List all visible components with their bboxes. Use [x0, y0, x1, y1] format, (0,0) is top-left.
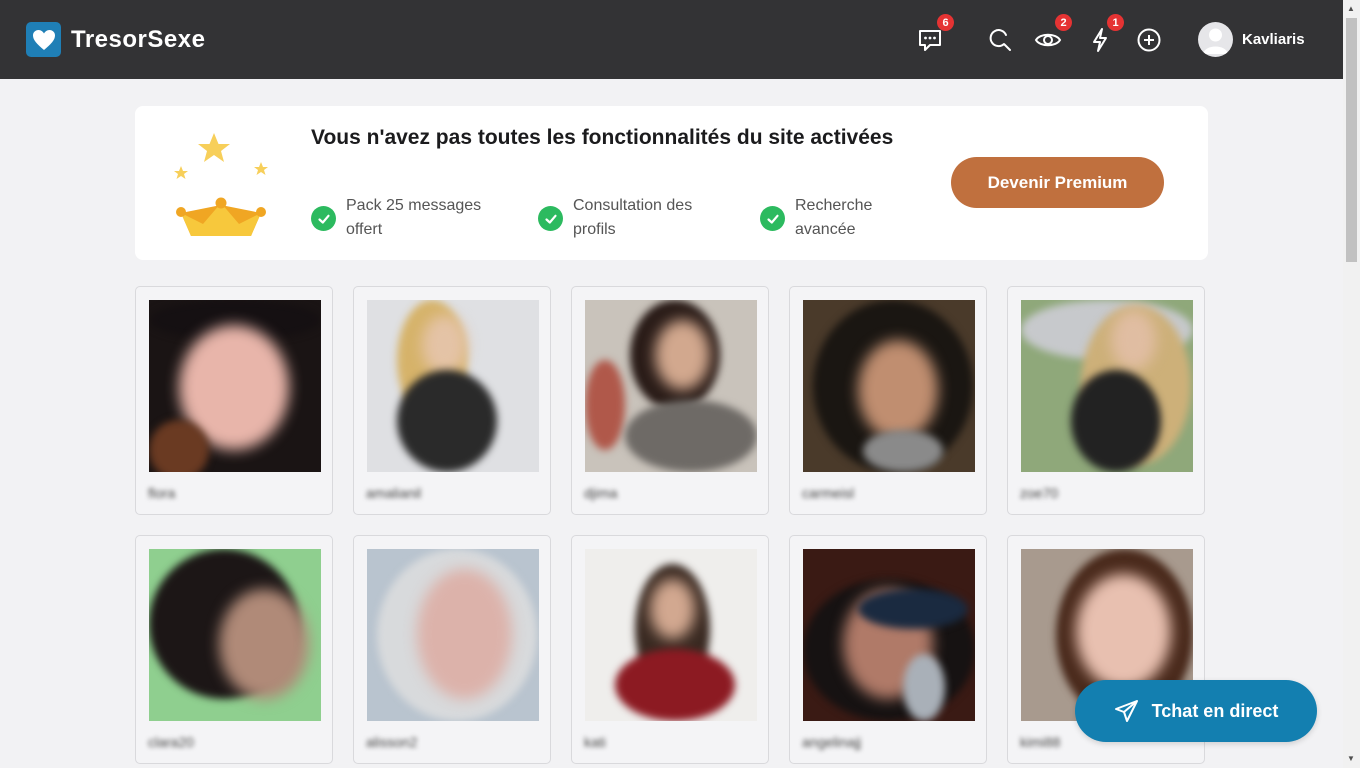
profile-photo[interactable] — [149, 300, 321, 472]
profile-card[interactable]: carmeisl — [789, 286, 987, 515]
feature-label: Recherche — [795, 197, 873, 214]
feature-label: offert — [346, 221, 383, 238]
banner-title: Vous n'avez pas toutes les fonctionnalit… — [311, 126, 894, 149]
page-scrollbar[interactable]: ▲ ▼ — [1343, 0, 1360, 768]
feature-label: Pack 25 messages — [346, 197, 482, 214]
profile-card[interactable]: djima — [571, 286, 769, 515]
live-chat-button[interactable]: Tchat en direct — [1075, 680, 1317, 742]
profile-photo[interactable] — [1021, 300, 1193, 472]
feature-label: avancée — [795, 221, 856, 238]
check-icon — [760, 206, 785, 231]
add-button[interactable] — [1135, 26, 1163, 54]
flash-button[interactable]: 1 — [1086, 14, 1124, 54]
crown-stars-icon — [174, 133, 268, 236]
feature-messages: Pack 25 messages offert — [311, 194, 481, 242]
profile-name[interactable]: clara20 — [148, 734, 194, 750]
chat-bubble-icon — [919, 30, 941, 51]
profile-photo[interactable] — [367, 549, 539, 721]
profile-name[interactable]: carmeisl — [802, 485, 854, 501]
profile-name[interactable]: angelinajj — [802, 734, 861, 750]
feature-search: Recherche avancée — [760, 194, 872, 242]
search-button[interactable] — [986, 26, 1014, 54]
top-navbar: TresorSexe 6 2 1 Kavliaris — [0, 0, 1343, 79]
profile-name[interactable]: kati — [584, 734, 606, 750]
profile-photo[interactable] — [803, 300, 975, 472]
profile-card[interactable]: amalianil — [353, 286, 551, 515]
profile-card[interactable]: alisson2 — [353, 535, 551, 764]
profile-photo[interactable] — [803, 549, 975, 721]
heart-logo-icon — [26, 22, 61, 57]
messages-button[interactable]: 6 — [916, 14, 954, 54]
flash-badge: 1 — [1107, 14, 1124, 31]
profile-photo[interactable] — [585, 300, 757, 472]
messages-badge: 6 — [937, 14, 954, 31]
profile-name[interactable]: flora — [148, 485, 175, 501]
profile-name[interactable]: djima — [584, 485, 617, 501]
visits-button[interactable]: 2 — [1034, 14, 1072, 54]
profile-name[interactable]: kimi88 — [1020, 734, 1060, 750]
username: Kavliaris — [1242, 31, 1305, 48]
send-icon — [1114, 700, 1138, 722]
brand-name: TresorSexe — [71, 25, 206, 53]
feature-label: Consultation des — [573, 197, 693, 214]
check-icon — [538, 206, 563, 231]
avatar — [1198, 22, 1233, 57]
profile-photo[interactable] — [149, 549, 321, 721]
views-badge: 2 — [1055, 14, 1072, 31]
feature-label: profils — [573, 221, 616, 238]
profile-photo[interactable] — [585, 549, 757, 721]
profile-card[interactable]: flora — [135, 286, 333, 515]
scroll-up-icon[interactable]: ▲ — [1347, 4, 1355, 13]
scroll-thumb[interactable] — [1346, 18, 1357, 262]
profile-card[interactable]: clara20 — [135, 535, 333, 764]
user-menu[interactable]: Kavliaris — [1198, 22, 1305, 57]
profile-name[interactable]: amalianil — [366, 485, 421, 501]
search-icon — [989, 29, 1011, 51]
plus-circle-icon — [1137, 28, 1161, 52]
site-logo[interactable]: TresorSexe — [26, 22, 205, 57]
profile-name[interactable]: zoe70 — [1020, 485, 1058, 501]
lightning-icon — [1093, 28, 1107, 52]
eye-icon — [1034, 33, 1062, 47]
feature-profiles: Consultation des profils — [538, 194, 692, 242]
check-icon — [311, 206, 336, 231]
scroll-down-icon[interactable]: ▼ — [1347, 754, 1355, 763]
profile-card[interactable]: angelinajj — [789, 535, 987, 764]
become-premium-button[interactable]: Devenir Premium — [951, 157, 1164, 208]
profile-name[interactable]: alisson2 — [366, 734, 417, 750]
profile-card[interactable]: zoe70 — [1007, 286, 1205, 515]
profile-card[interactable]: kati — [571, 535, 769, 764]
live-chat-label: Tchat en direct — [1151, 700, 1279, 721]
premium-banner: Vous n'avez pas toutes les fonctionnalit… — [135, 106, 1208, 260]
profile-photo[interactable] — [367, 300, 539, 472]
